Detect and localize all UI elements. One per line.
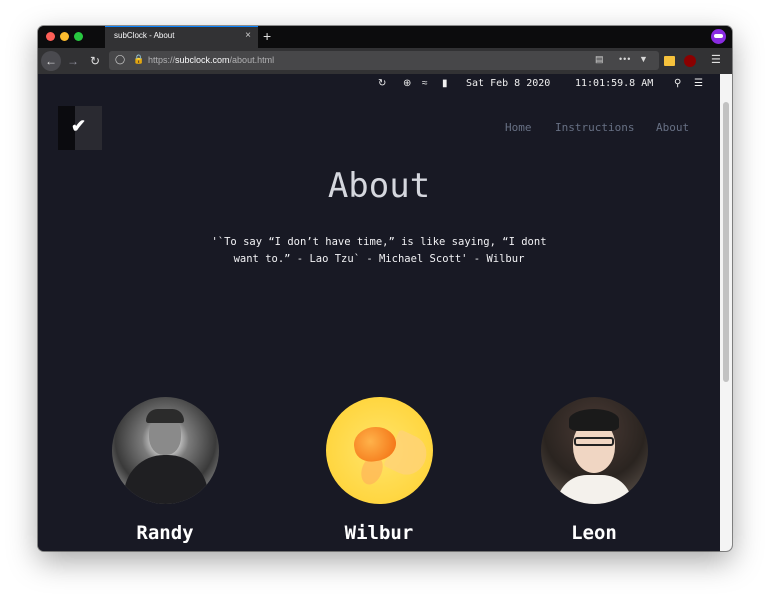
member-card-randy: Randy bbox=[110, 397, 220, 544]
spotlight-search-icon[interactable]: ⚲ bbox=[674, 78, 681, 89]
private-mask-icon[interactable] bbox=[711, 29, 726, 44]
battery-icon[interactable]: ▮ bbox=[442, 78, 448, 89]
lock-icon[interactable]: 🔒 bbox=[133, 54, 144, 65]
member-name: Randy bbox=[136, 522, 194, 544]
avatar bbox=[540, 397, 648, 504]
avatar-cap bbox=[145, 409, 184, 423]
tab-title: subClock - About bbox=[114, 31, 175, 40]
avatar bbox=[111, 397, 219, 504]
avatar-glasses bbox=[573, 437, 614, 446]
page-content: ↻ ⊕ ≈ ▮ Sat Feb 8 2020 11:01:59.8 AM ⚲ ☰… bbox=[38, 74, 720, 551]
time-machine-icon[interactable]: ↻ bbox=[378, 78, 386, 89]
ublock-icon[interactable] bbox=[684, 55, 696, 67]
avatar bbox=[325, 397, 433, 504]
nav-about[interactable]: About bbox=[656, 121, 689, 134]
crosshair-icon[interactable]: ⊕ bbox=[403, 78, 411, 89]
tab-about[interactable]: subClock - About × bbox=[105, 26, 258, 48]
extension-icon[interactable] bbox=[664, 56, 675, 66]
menubar-date[interactable]: Sat Feb 8 2020 bbox=[466, 78, 550, 89]
wifi-icon[interactable]: ≈ bbox=[422, 78, 428, 89]
page-actions-icon[interactable]: ••• bbox=[619, 54, 631, 64]
back-button[interactable]: ← bbox=[41, 51, 61, 71]
checkmark-icon: ✔ bbox=[71, 116, 87, 136]
url-text[interactable]: https://subclock.com/about.html bbox=[148, 55, 274, 65]
avatar-hair bbox=[568, 409, 619, 431]
page-title: About bbox=[327, 166, 431, 206]
address-bar[interactable]: ◯ 🔒 https://subclock.com/about.html ▤ ••… bbox=[109, 51, 659, 70]
notification-center-icon[interactable]: ☰ bbox=[694, 78, 703, 89]
pocket-icon[interactable]: ▼ bbox=[639, 54, 648, 64]
scrollbar-thumb[interactable] bbox=[723, 102, 729, 382]
site-logo[interactable]: ✔ bbox=[58, 106, 102, 150]
menu-icon[interactable]: ☰ bbox=[711, 53, 721, 66]
avatar-shirt bbox=[556, 475, 632, 504]
close-tab-icon[interactable]: × bbox=[245, 30, 251, 42]
url-prefix: https:// bbox=[148, 55, 176, 65]
member-name: Wilbur bbox=[344, 522, 414, 544]
maximize-window-button[interactable] bbox=[74, 32, 83, 41]
member-card-wilbur: Wilbur bbox=[324, 397, 434, 544]
nav-instructions[interactable]: Instructions bbox=[555, 121, 634, 134]
url-path: /about.html bbox=[229, 55, 275, 65]
reload-button[interactable]: ↻ bbox=[85, 51, 105, 71]
menubar-time[interactable]: 11:01:59.8 AM bbox=[575, 78, 653, 89]
quote-text: '`To say “I don’t have time,” is like sa… bbox=[211, 236, 547, 265]
shield-icon[interactable]: ◯ bbox=[115, 54, 125, 65]
browser-window: subClock - About × + ← → ↻ ◯ 🔒 https://s… bbox=[38, 26, 732, 551]
reader-view-icon[interactable]: ▤ bbox=[595, 54, 604, 65]
member-name: Leon bbox=[571, 522, 617, 544]
new-tab-button[interactable]: + bbox=[263, 28, 271, 44]
member-card-leon: Leon bbox=[539, 397, 649, 544]
forward-button[interactable]: → bbox=[63, 51, 83, 71]
tab-strip: subClock - About × + bbox=[38, 26, 732, 48]
nav-home[interactable]: Home bbox=[505, 121, 532, 134]
url-domain: subclock.com bbox=[175, 55, 230, 65]
minimize-window-button[interactable] bbox=[60, 32, 69, 41]
scrollbar[interactable] bbox=[720, 74, 732, 551]
browser-toolbar: ← → ↻ ◯ 🔒 https://subclock.com/about.htm… bbox=[38, 48, 732, 74]
avatar-shirt bbox=[123, 455, 208, 504]
close-window-button[interactable] bbox=[46, 32, 55, 41]
